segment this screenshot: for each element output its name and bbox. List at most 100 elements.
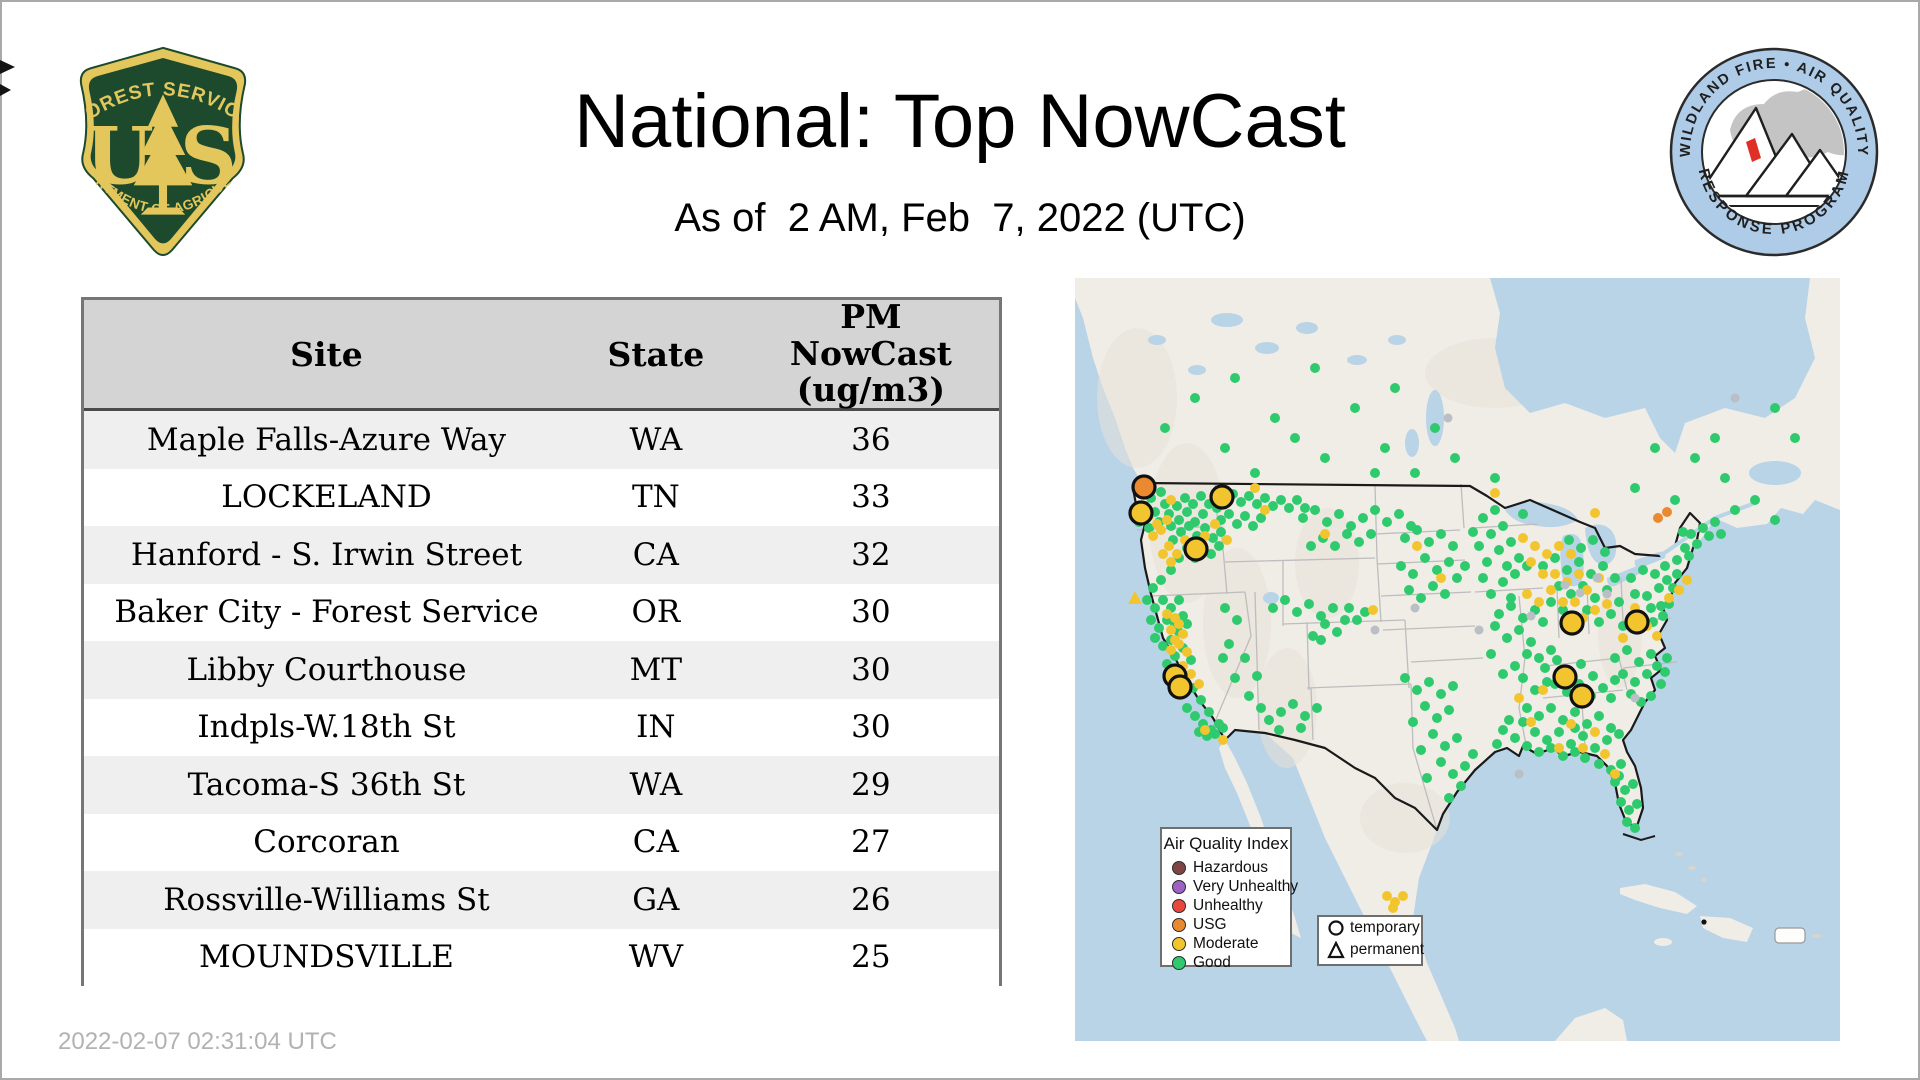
monitor-dot-good	[1720, 473, 1730, 483]
monitor-dot-good	[1244, 691, 1254, 701]
monitor-dot-good	[1236, 497, 1246, 507]
monitor-dot-good	[1390, 383, 1400, 393]
value-cell: 27	[851, 824, 891, 861]
monitor-dot-good	[1630, 483, 1640, 493]
monitor-dot-good	[1322, 517, 1332, 527]
top-site-marker	[1569, 683, 1595, 709]
monitor-dot-good	[1710, 433, 1720, 443]
monitor-dot-moderate	[1518, 533, 1528, 543]
monitor-dot-good	[1546, 645, 1556, 655]
monitor-dot-moderate	[1166, 495, 1176, 505]
monitor-dot-good	[1444, 793, 1454, 803]
monitor-dot-good	[1174, 595, 1184, 605]
monitor-dot-good	[1456, 781, 1466, 791]
monitor-dot-good	[1256, 703, 1266, 713]
monitor-dot-good	[1460, 561, 1470, 571]
monitor-dot-good	[1154, 623, 1164, 633]
generation-timestamp: 2022-02-07 02:31:04 UTC	[58, 1028, 337, 1055]
monitor-dot-good	[1248, 521, 1258, 531]
monitor-dot-good	[1306, 541, 1316, 551]
table-row: Tacoma-S 36th St WA 29	[84, 756, 999, 814]
monitor-dot-good	[1578, 731, 1588, 741]
monitor-dot-good	[1770, 403, 1780, 413]
aqi-legend-item: Good	[1172, 953, 1290, 972]
site-cell: Tacoma-S 36th St	[187, 766, 466, 803]
top-site-marker	[1167, 674, 1193, 700]
aqi-legend-label: Moderate	[1193, 934, 1259, 952]
monitor-dot-moderate	[1530, 541, 1540, 551]
monitor-dot-good	[1230, 373, 1240, 383]
monitor-dot-moderate	[1412, 541, 1422, 551]
monitor-dot-moderate	[1490, 488, 1500, 498]
monitor-dot-good	[1650, 569, 1660, 579]
monitor-dot-moderate	[1610, 769, 1620, 779]
monitor-dot-good	[1562, 565, 1572, 575]
monitor-dot-usg	[1662, 507, 1672, 517]
state-cell: CA	[632, 824, 679, 861]
monitor-dot-good	[1436, 689, 1446, 699]
column-header-site: Site	[290, 334, 363, 374]
site-cell: Libby Courthouse	[186, 651, 467, 688]
monitor-dot-good	[1232, 519, 1242, 529]
column-header-pm-nowcast: PM NowCast (ug/m3)	[743, 298, 999, 410]
monitor-dot-good	[1486, 529, 1496, 539]
monitor-dot-moderate	[1538, 569, 1548, 579]
monitor-dot-good	[1350, 403, 1360, 413]
aqi-legend-item: Unhealthy	[1172, 896, 1290, 915]
monitor-dot-good	[1588, 671, 1598, 681]
state-cell: GA	[632, 881, 680, 918]
unhealthy-swatch-icon	[1172, 898, 1186, 913]
monitor-dot-good	[1730, 505, 1740, 515]
aqi-legend: Air Quality Index Hazardous Very Unhealth…	[1160, 827, 1298, 971]
monitor-dot-good	[1156, 575, 1166, 585]
monitor-dot-gray	[1370, 625, 1380, 635]
edge-artifact-marks	[0, 60, 15, 96]
monitor-dot-good	[1750, 495, 1760, 505]
monitor-dot-good	[1198, 509, 1208, 519]
monitor-dot-good	[1440, 741, 1450, 751]
monitor-dot-good	[1444, 557, 1454, 567]
monitor-dot-good	[1692, 539, 1702, 549]
monitor-dot-good	[1534, 653, 1544, 663]
good-swatch-icon	[1172, 955, 1186, 970]
monitor-dot-good	[1594, 759, 1604, 769]
monitor-dot-moderate	[1162, 515, 1172, 525]
monitor-dot-good	[1150, 633, 1160, 643]
monitor-dot-moderate	[1600, 749, 1610, 759]
monitor-dot-good	[1174, 515, 1184, 525]
monitor-dot-good	[1230, 673, 1240, 683]
monitor-dot-good	[1522, 741, 1532, 751]
monitor-dot-good	[1598, 561, 1608, 571]
monitor-dot-good	[1494, 545, 1504, 555]
very_unhealthy-swatch-icon	[1172, 879, 1186, 894]
monitor-dot-moderate	[1566, 549, 1576, 559]
monitor-dot-good	[1684, 551, 1694, 561]
value-cell: 32	[851, 536, 891, 573]
marker-legend-label: temporary	[1350, 919, 1420, 936]
monitor-dot-moderate	[1200, 725, 1210, 735]
monitor-dot-good	[1498, 577, 1508, 587]
monitor-dot-moderate	[1558, 597, 1568, 607]
monitor-dot-good	[1280, 595, 1290, 605]
monitor-dot-good	[1260, 493, 1270, 503]
monitor-dot-good	[1304, 599, 1314, 609]
monitor-dot-good	[1672, 555, 1682, 565]
monitor-dot-moderate	[1590, 508, 1600, 518]
monitor-dot-good	[1264, 715, 1274, 725]
monitor-dot-moderate	[1618, 633, 1628, 643]
top-site-marker	[1128, 500, 1154, 526]
column-header-pm-line: (ug/m3)	[796, 370, 945, 410]
aqi-legend-title: Air Quality Index	[1163, 834, 1289, 853]
monitor-dot-good	[1416, 745, 1426, 755]
monitor-dot-good	[1534, 747, 1544, 757]
monitor-dot-good	[1354, 537, 1364, 547]
monitor-dot-good	[1240, 511, 1250, 521]
monitor-dot-good	[1522, 703, 1532, 713]
marker-legend-label: permanent	[1350, 941, 1425, 958]
monitor-dot-good	[1564, 535, 1574, 545]
monitor-dot-good	[1478, 573, 1488, 583]
monitor-dot-good	[1616, 797, 1626, 807]
monitor-dot-good	[1416, 593, 1426, 603]
monitor-dot-moderate	[1148, 531, 1158, 541]
monitor-dot-good	[1448, 769, 1458, 779]
